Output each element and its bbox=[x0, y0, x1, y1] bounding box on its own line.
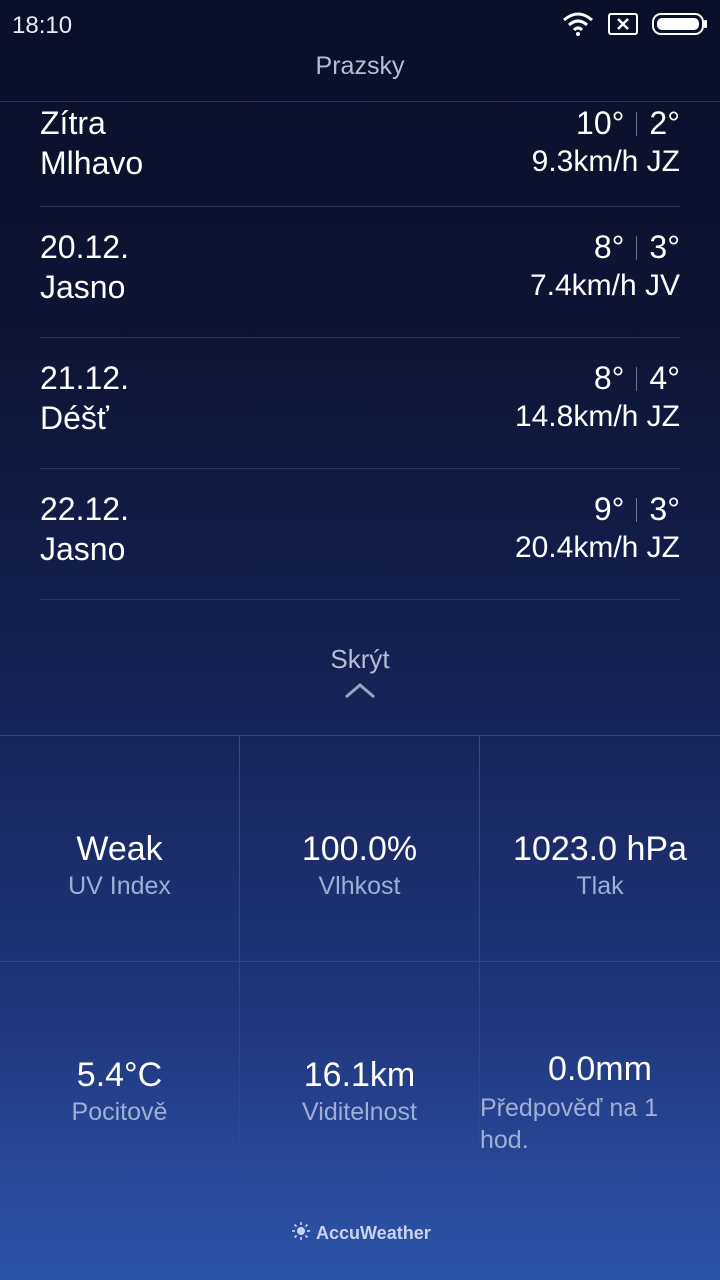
forecast-high: 8° bbox=[593, 229, 625, 265]
no-sim-icon bbox=[608, 13, 638, 35]
details-grid: Weak UV Index 100.0% Vlhkost 1023.0 hPa … bbox=[0, 735, 720, 1189]
forecast-temps: 8° 3° bbox=[594, 229, 680, 266]
forecast-row[interactable]: 21.12. Déšť 8° 4° 14.8km/h JZ bbox=[40, 338, 680, 469]
temp-separator bbox=[636, 497, 638, 522]
forecast-condition: Mlhavo bbox=[40, 145, 144, 181]
detail-value: Weak bbox=[76, 830, 163, 868]
page-title: Prazsky bbox=[315, 52, 405, 80]
forecast-high: 9° bbox=[593, 491, 625, 527]
status-bar: 18:10 bbox=[0, 0, 720, 50]
wifi-icon bbox=[562, 12, 594, 36]
forecast-date: 21.12. bbox=[40, 360, 129, 396]
detail-label: Předpověď na 1 hod. bbox=[480, 1094, 658, 1154]
detail-uv-index: Weak UV Index bbox=[0, 736, 240, 962]
forecast-row[interactable]: Zítra Mlhavo 10° 2° 9.3km/h JZ bbox=[40, 101, 680, 207]
temp-separator bbox=[636, 111, 638, 136]
forecast-high: 8° bbox=[593, 360, 625, 396]
forecast-list: Zítra Mlhavo 10° 2° 9.3km/h JZ 20.12. Ja… bbox=[40, 101, 680, 600]
hide-forecast-button[interactable]: Skrýt bbox=[260, 640, 460, 710]
forecast-wind: 9.3km/h JZ bbox=[531, 145, 680, 178]
forecast-temps: 8° 4° bbox=[594, 360, 680, 397]
temp-separator bbox=[636, 366, 638, 391]
forecast-row[interactable]: 22.12. Jasno 9° 3° 20.4km/h JZ bbox=[40, 469, 680, 600]
accuweather-brand[interactable]: AccuWeather bbox=[292, 1222, 431, 1245]
forecast-low: 4° bbox=[649, 360, 680, 396]
detail-visibility: 16.1km Viditelnost bbox=[240, 962, 480, 1188]
forecast-date: Zítra bbox=[40, 105, 106, 141]
forecast-date: 20.12. bbox=[40, 229, 129, 265]
detail-value: 100.0% bbox=[301, 830, 418, 868]
detail-pressure: 1023.0 hPa Tlak bbox=[480, 736, 720, 962]
forecast-wind: 20.4km/h JZ bbox=[514, 531, 680, 564]
forecast-date: 22.12. bbox=[40, 491, 129, 527]
detail-value: 5.4°C bbox=[76, 1056, 163, 1094]
detail-label: Vlhkost bbox=[318, 872, 401, 900]
detail-value: 0.0mm bbox=[548, 1050, 652, 1088]
forecast-condition: Déšť bbox=[40, 400, 109, 436]
forecast-condition: Jasno bbox=[40, 269, 126, 305]
forecast-low: 2° bbox=[649, 105, 680, 141]
detail-value: 16.1km bbox=[303, 1056, 416, 1094]
detail-humidity: 100.0% Vlhkost bbox=[240, 736, 480, 962]
chevron-up-icon bbox=[260, 681, 460, 701]
forecast-temps: 9° 3° bbox=[594, 491, 680, 528]
forecast-temps: 10° 2° bbox=[576, 105, 680, 142]
forecast-row[interactable]: 20.12. Jasno 8° 3° 7.4km/h JV bbox=[40, 207, 680, 338]
forecast-low: 3° bbox=[649, 229, 680, 265]
forecast-condition: Jasno bbox=[40, 531, 126, 567]
forecast-wind: 7.4km/h JV bbox=[529, 269, 680, 302]
detail-value: 1023.0 hPa bbox=[513, 830, 687, 868]
detail-label: Tlak bbox=[576, 872, 624, 900]
status-time: 18:10 bbox=[12, 12, 73, 39]
hide-label: Skrýt bbox=[330, 644, 390, 674]
detail-label: Pocitově bbox=[71, 1098, 168, 1126]
detail-precipitation: 0.0mm Předpověď na 1 hod. bbox=[480, 962, 720, 1188]
temp-separator bbox=[636, 235, 638, 260]
brand-label: AccuWeather bbox=[316, 1223, 431, 1243]
sun-icon bbox=[292, 1222, 310, 1245]
forecast-wind: 14.8km/h JZ bbox=[514, 400, 680, 433]
detail-feels-like: 5.4°C Pocitově bbox=[0, 962, 240, 1188]
detail-label: UV Index bbox=[68, 872, 171, 900]
forecast-low: 3° bbox=[649, 491, 680, 527]
battery-icon bbox=[652, 12, 708, 36]
detail-label: Viditelnost bbox=[302, 1098, 417, 1126]
status-icons bbox=[562, 12, 708, 36]
forecast-high: 10° bbox=[576, 105, 625, 141]
